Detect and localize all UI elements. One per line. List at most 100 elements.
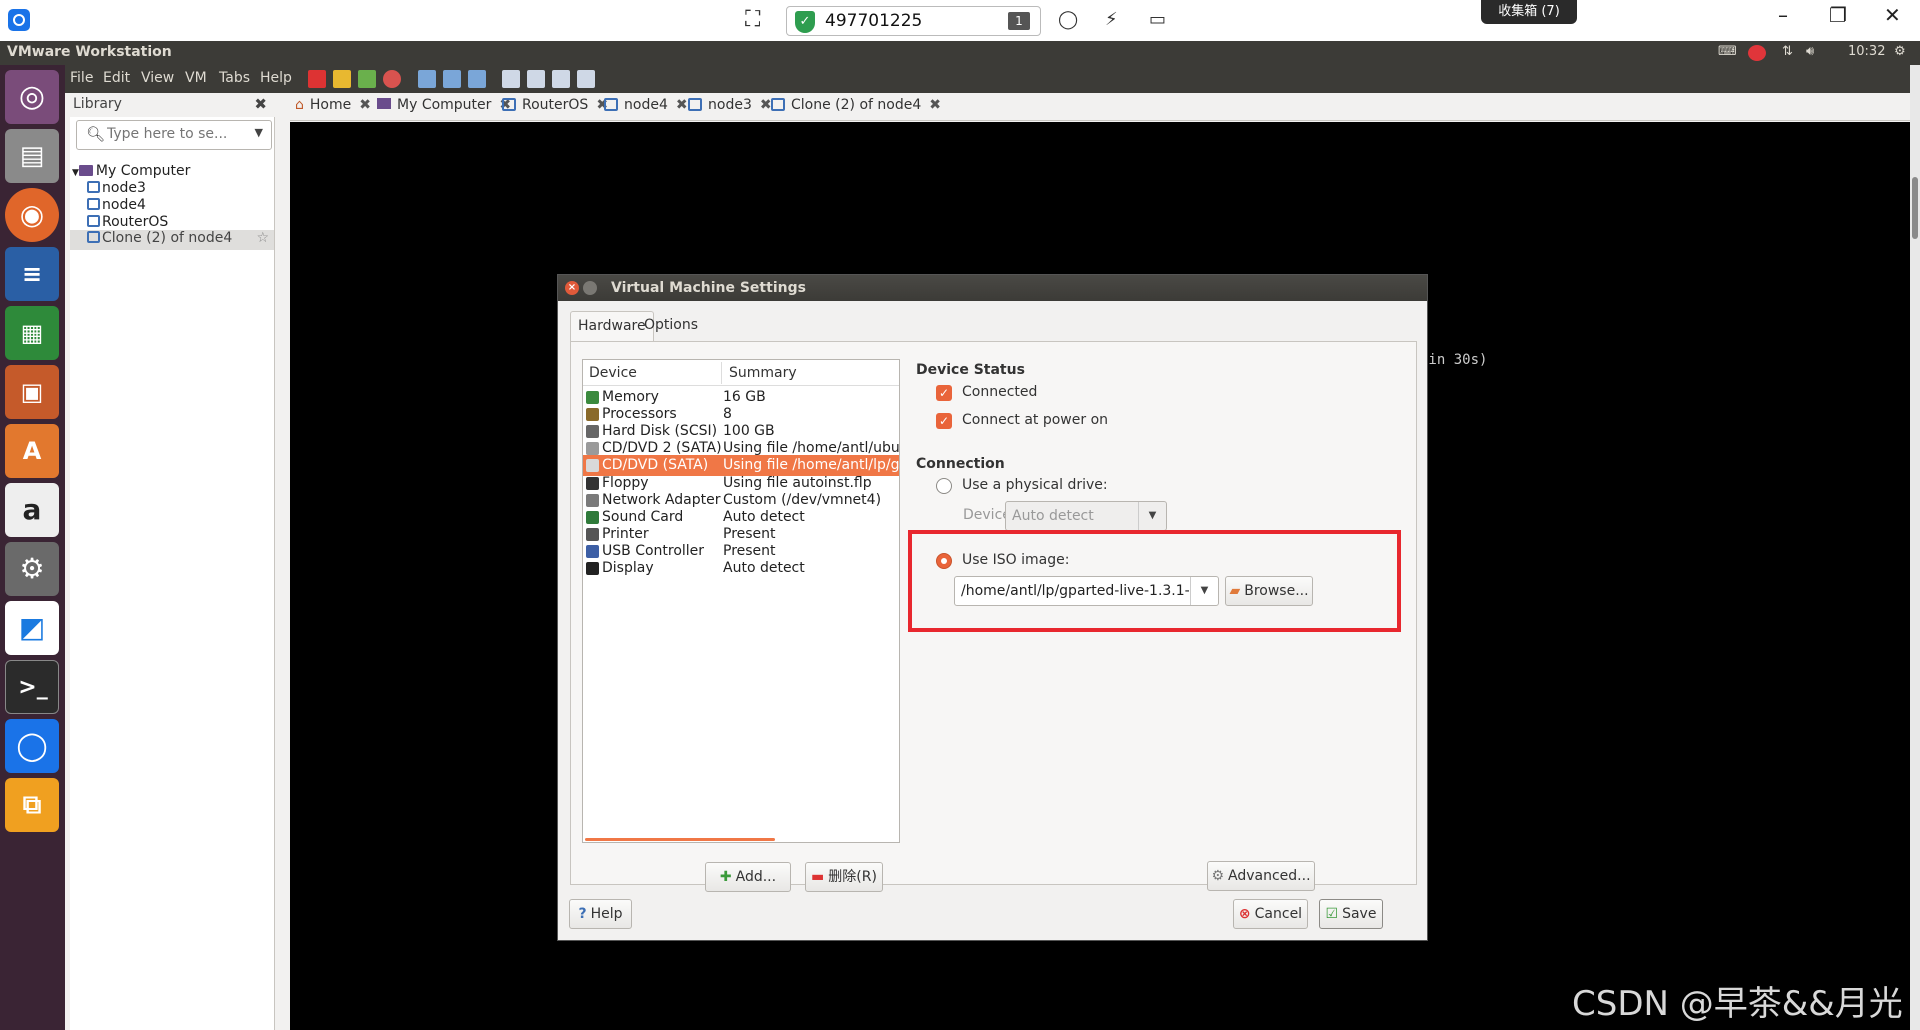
system-settings-icon[interactable]: ⚙	[5, 542, 59, 596]
tab-close-icon[interactable]: ✖	[760, 97, 772, 113]
snapshot-icon[interactable]	[418, 70, 436, 88]
chat-icon[interactable]: ◯	[1058, 9, 1078, 30]
device-name: Processors	[602, 406, 677, 423]
tab-label: Clone (2) of node4	[791, 97, 922, 113]
menu-view[interactable]: View	[141, 70, 174, 86]
tab-routeros[interactable]: RouterOS ✖	[502, 97, 608, 119]
power-on-checkbox[interactable]: ✓	[936, 413, 952, 429]
settings-gear-icon[interactable]: ⚙	[1894, 44, 1906, 59]
device-row[interactable]: Display Auto detect	[583, 558, 899, 579]
menu-tabs[interactable]: Tabs	[219, 70, 250, 86]
close-icon[interactable]: ✕	[1884, 3, 1901, 27]
amazon-icon[interactable]: a	[5, 483, 59, 537]
lightning-icon[interactable]: ⚡	[1105, 9, 1118, 30]
menu-help[interactable]: Help	[260, 70, 292, 86]
inbox-button[interactable]: 收集箱 (7)	[1481, 0, 1577, 24]
fullscreen-icon[interactable]: ⛶	[745, 9, 760, 31]
printer-icon	[586, 527, 599, 541]
add-device-button[interactable]: ✚ Add...	[705, 862, 791, 892]
expand-arrow-icon[interactable]: ▼	[72, 168, 79, 178]
software-center-icon[interactable]: A	[5, 424, 59, 478]
keyboard-icon[interactable]: ⌨	[1718, 44, 1737, 59]
cd-icon	[586, 459, 599, 473]
tab-node3[interactable]: node3 ✖	[688, 97, 772, 119]
monitor-icon[interactable]: ▭	[1149, 9, 1166, 30]
device-name: CD/DVD 2 (SATA)	[602, 440, 722, 457]
restart-icon[interactable]	[383, 70, 401, 88]
files-icon[interactable]: ▤	[5, 129, 59, 183]
clock[interactable]: 10:32	[1848, 44, 1885, 59]
library-search[interactable]: 🔍︎ ▼	[76, 120, 272, 150]
save-button[interactable]: ☑ Save	[1319, 899, 1383, 929]
tab-close-icon[interactable]: ✖	[929, 97, 941, 113]
power-on-label[interactable]: Connect at power on	[962, 412, 1108, 428]
device-list[interactable]: Device Summary Memory 16 GB Processors 8 Har…	[582, 359, 900, 843]
revert-snapshot-icon[interactable]	[443, 70, 461, 88]
transfer-icon[interactable]: ⇅	[1782, 44, 1793, 59]
tree-item-node3[interactable]: node3	[87, 180, 146, 196]
thumbnail-bar-icon[interactable]	[527, 70, 545, 88]
column-device[interactable]: Device	[589, 365, 637, 381]
chevron-down-icon[interactable]: ▼	[255, 126, 263, 139]
connected-checkbox[interactable]: ✓	[936, 385, 952, 401]
tab-home[interactable]: ⌂ Home ✖	[295, 97, 371, 119]
help-button[interactable]: ? Help	[569, 899, 632, 929]
session-id-box[interactable]: ✓ 497701225 1	[786, 6, 1041, 36]
device-summary: Custom (/dev/vmnet4)	[723, 491, 882, 508]
cancel-button[interactable]: ⊗ Cancel	[1233, 899, 1308, 929]
console-view-icon[interactable]	[552, 70, 570, 88]
snapshot-manager-icon[interactable]	[468, 70, 486, 88]
vm-icon	[87, 198, 100, 210]
physical-drive-radio[interactable]	[936, 478, 952, 494]
tree-item-routeros[interactable]: RouterOS	[87, 214, 168, 230]
library-search-input[interactable]	[107, 126, 232, 142]
connected-label[interactable]: Connected	[962, 384, 1037, 400]
screen-number-badge[interactable]: 1	[1008, 12, 1030, 30]
ubuntu-dash-icon[interactable]: ◎	[5, 70, 59, 124]
menu-file[interactable]: File	[70, 70, 93, 86]
tree-item-my-computer[interactable]: ▼ My Computer	[72, 163, 190, 179]
tab-options[interactable]: Options	[637, 311, 705, 341]
no-network-icon[interactable]	[1748, 45, 1766, 61]
tab-label: node3	[708, 97, 752, 113]
vertical-scrollbar[interactable]	[1910, 65, 1920, 1030]
power-on-icon[interactable]	[358, 70, 376, 88]
remote-desktop-icon[interactable]: ◩	[5, 601, 59, 655]
dialog-close-icon[interactable]: ×	[565, 281, 579, 295]
tab-node4[interactable]: node4 ✖	[604, 97, 688, 119]
tree-item-node4[interactable]: node4	[87, 197, 146, 213]
physical-drive-label[interactable]: Use a physical drive:	[962, 477, 1108, 493]
fullscreen-view-icon[interactable]	[577, 70, 595, 88]
calc-icon[interactable]: ▦	[5, 306, 59, 360]
show-library-icon[interactable]	[502, 70, 520, 88]
device-name: Hard Disk (SCSI)	[602, 423, 718, 440]
terminal-icon[interactable]: >_	[5, 660, 59, 714]
button-label: 删除(R)	[828, 869, 877, 885]
favorite-star-icon[interactable]: ☆	[256, 230, 269, 246]
volume-icon[interactable]: 🔊︎	[1806, 44, 1814, 59]
remote-client-icon[interactable]: ◯	[5, 719, 59, 773]
restore-icon[interactable]: ❐	[1829, 3, 1847, 27]
power-off-icon[interactable]	[308, 70, 326, 88]
vmware-icon[interactable]: ⧉	[5, 778, 59, 832]
firefox-icon[interactable]: ◉	[5, 188, 59, 242]
suspend-icon[interactable]	[333, 70, 351, 88]
column-summary[interactable]: Summary	[729, 365, 797, 381]
library-close-icon[interactable]: ✖	[254, 95, 267, 113]
menu-edit[interactable]: Edit	[103, 70, 130, 86]
advanced-button[interactable]: ⚙ Advanced...	[1207, 861, 1315, 891]
writer-icon[interactable]: ≡	[5, 247, 59, 301]
memory-icon	[586, 391, 599, 404]
tab-close-icon[interactable]: ✖	[359, 97, 371, 113]
tab-my-computer[interactable]: My Computer ✖	[377, 97, 511, 119]
impress-icon[interactable]: ▣	[5, 365, 59, 419]
dialog-minimize-icon[interactable]	[583, 281, 597, 295]
remove-device-button[interactable]: ▬ 删除(R)	[805, 862, 883, 892]
tree-item-clone-2-of-node4[interactable]: Clone (2) of node4 ☆	[70, 230, 274, 250]
menu-vm[interactable]: VM	[185, 70, 207, 86]
tab-close-icon[interactable]: ✖	[676, 97, 688, 113]
tab-clone-2-of-node4[interactable]: Clone (2) of node4 ✖	[771, 97, 941, 119]
scrollbar-thumb[interactable]	[1912, 177, 1918, 239]
minimize-icon[interactable]: –	[1778, 3, 1788, 27]
horizontal-scrollbar[interactable]	[585, 838, 775, 841]
